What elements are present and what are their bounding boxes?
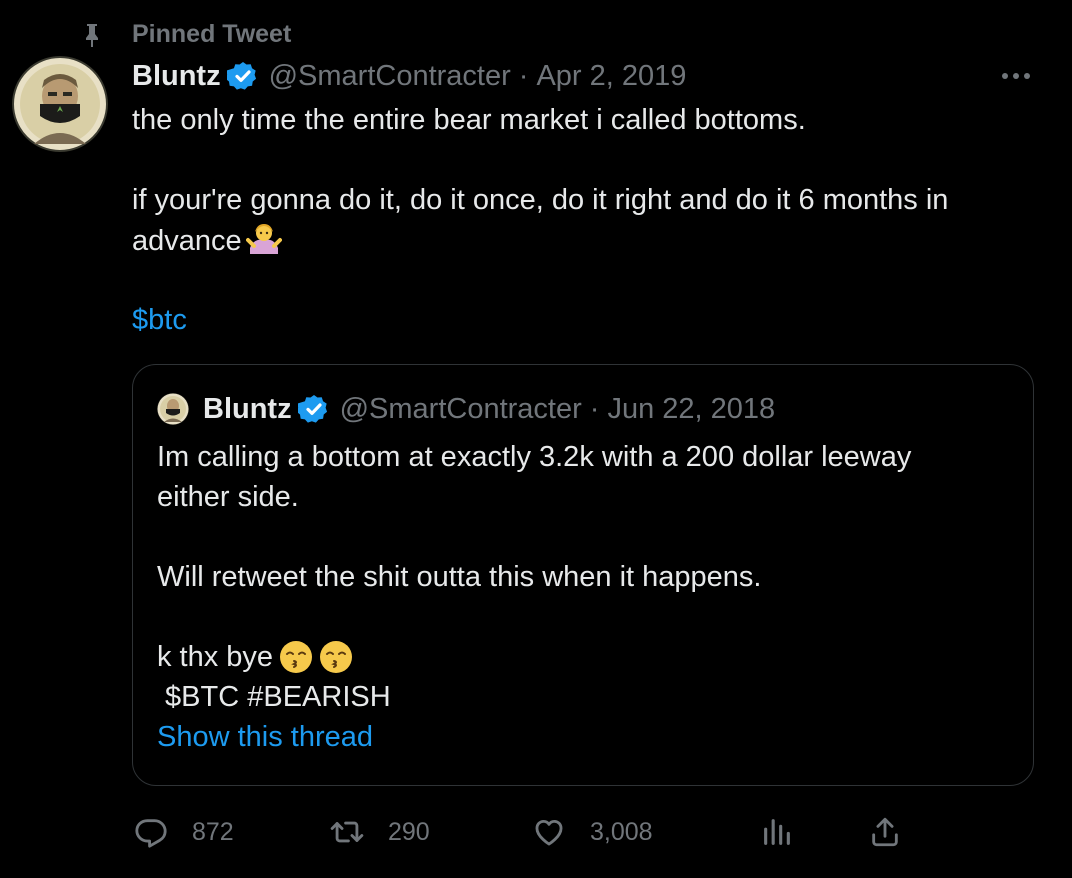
retweet-count: 290 (388, 817, 430, 846)
quoted-line: either side. (157, 481, 299, 513)
share-button[interactable] (868, 808, 902, 856)
quoted-tweet-header: Bluntz @SmartContracter · Jun 22, 2018 (203, 389, 775, 429)
author-avatar[interactable] (12, 56, 108, 152)
heart-icon (535, 819, 563, 846)
reply-count: 872 (192, 817, 234, 846)
person-shrugging-emoji (245, 220, 282, 256)
quoted-line: $BTC #BEARISH (157, 681, 391, 713)
reply-button[interactable]: 872 (134, 808, 234, 856)
quoted-author-avatar[interactable] (157, 393, 189, 425)
cashtag-link[interactable]: $btc (132, 304, 187, 336)
retweet-icon (330, 821, 364, 843)
verified-badge-icon (225, 60, 259, 92)
views-chart-icon (764, 819, 790, 845)
pin-icon (80, 22, 104, 48)
show-thread-link[interactable]: Show this thread (157, 721, 373, 753)
author-handle[interactable]: @SmartContracter (269, 56, 511, 96)
quoted-line: k thx bye (157, 641, 274, 673)
kissing-face-emoji (279, 640, 313, 674)
views-button[interactable] (760, 808, 794, 856)
share-icon (872, 817, 898, 847)
tweet-header: Bluntz @SmartContracter · Apr 2, 2019 (132, 56, 686, 96)
tweet-line: if your're gonna do it, do it once, do i… (132, 184, 949, 216)
retweet-button[interactable]: 290 (330, 808, 430, 856)
kissing-face-emoji (319, 640, 353, 674)
more-options-icon[interactable] (998, 62, 1034, 90)
tweet-line: advance (132, 225, 242, 257)
author-name[interactable]: Bluntz (132, 56, 221, 96)
like-button[interactable]: 3,008 (532, 808, 653, 856)
tweet-date[interactable]: Apr 2, 2019 (536, 56, 686, 96)
quoted-tweet-date: Jun 22, 2018 (607, 393, 776, 425)
quoted-line: Im calling a bottom at exactly 3.2k with… (157, 441, 912, 473)
quoted-author-name: Bluntz (203, 393, 292, 425)
verified-badge-icon (296, 393, 330, 425)
quoted-header-separator: · (589, 393, 600, 425)
tweet-line: the only time the entire bear market i c… (132, 104, 806, 136)
quoted-tweet-card[interactable]: Bluntz @SmartContracter · Jun 22, 2018 I… (132, 364, 1034, 786)
tweet-text: the only time the entire bear market i c… (132, 100, 1042, 340)
pinned-label: Pinned Tweet (132, 20, 292, 48)
header-separator: · (518, 60, 529, 92)
reply-icon (135, 819, 167, 848)
quoted-tweet-text: Im calling a bottom at exactly 3.2k with… (157, 437, 1017, 757)
quoted-line: Will retweet the shit outta this when it… (157, 561, 762, 593)
quoted-author-handle: @SmartContracter (339, 393, 582, 425)
like-count: 3,008 (590, 817, 653, 846)
